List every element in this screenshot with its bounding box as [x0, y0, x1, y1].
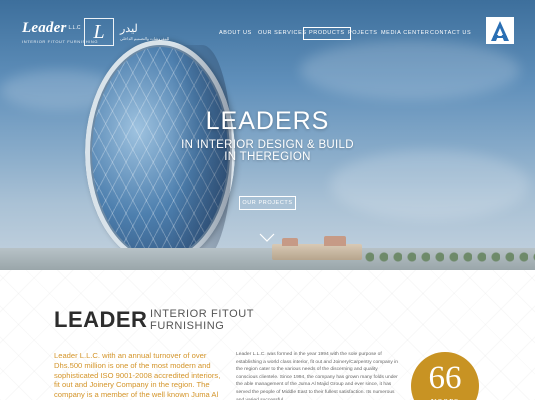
years-number: 66: [428, 360, 462, 396]
nav-contact-us[interactable]: CONTACT US: [430, 27, 471, 40]
years-label: years: [411, 395, 479, 400]
nav-products[interactable]: PRODUCTS: [303, 27, 351, 40]
shrubs: [360, 252, 535, 262]
about-subheading-line1: INTERIOR FITOUT: [150, 308, 255, 320]
about-subheading-line2: FURNISHING: [150, 320, 225, 332]
logo-arabic: ليدر: [120, 23, 138, 35]
group-logo-badge[interactable]: [486, 17, 514, 44]
nav-our-services[interactable]: OUR SERVICES: [258, 27, 307, 40]
nav-projects[interactable]: POJECTS: [348, 27, 378, 40]
hero-subtitle-line1: IN INTERIOR DESIGN & BUILD: [181, 139, 354, 151]
group-logo-icon: [491, 20, 509, 41]
chevron-down-icon[interactable]: [259, 233, 275, 243]
logo-word: Leader: [22, 20, 67, 36]
about-intro-text: Leader L.L.C. with an annual turnover of…: [54, 351, 221, 400]
hero-title: LEADERS: [205, 107, 330, 135]
about-history-text: Leader L.L.C. was formed in the year 199…: [236, 352, 399, 400]
building-complex: [272, 236, 362, 260]
logo-arabic-subtitle: للمفروشات والتصميم الداخلي: [120, 36, 170, 41]
hero-subtitle-line2: IN THEREGION: [224, 151, 311, 163]
our-projects-button[interactable]: OUR PROJECTS: [239, 196, 296, 210]
logo-emblem[interactable]: L: [84, 18, 114, 46]
logo-llc: L.L.C: [68, 24, 81, 31]
nav-about-us[interactable]: ABOUT US: [219, 27, 252, 40]
cloud: [300, 40, 520, 100]
about-heading: LEADER: [54, 307, 148, 332]
nav-media-center[interactable]: MEDIA CENTER: [381, 27, 429, 40]
